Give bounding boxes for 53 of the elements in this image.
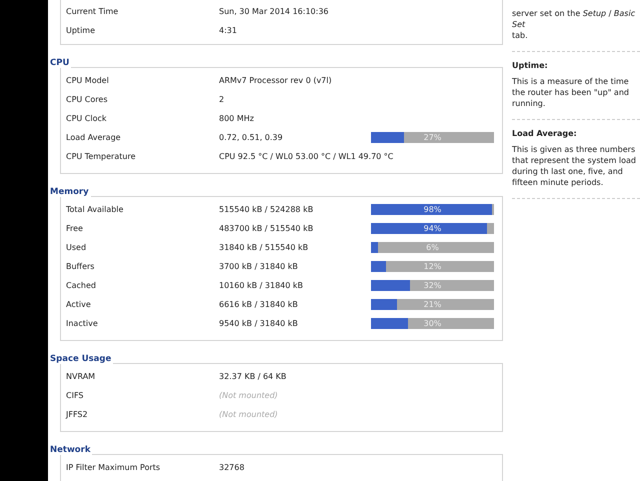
value-text: 515540 kB / 524288 kB bbox=[219, 205, 314, 214]
help-title: Uptime: bbox=[512, 61, 549, 70]
section-legend: Network bbox=[50, 445, 92, 455]
field-label: Load Average bbox=[66, 133, 122, 142]
field-label: JFFS2 bbox=[66, 410, 89, 419]
section-legend: Space Usage bbox=[50, 354, 114, 364]
field-label: Total Available bbox=[66, 205, 124, 214]
field-label: Used bbox=[66, 243, 88, 252]
percent-text: 21% bbox=[422, 299, 442, 310]
help-text: This is a measure of the time the router has been "up" and running. bbox=[512, 76, 630, 109]
field-label: CIFS bbox=[66, 391, 84, 400]
value-text: ARMv7 Processor rev 0 (v7l) bbox=[219, 76, 333, 85]
field-label: CPU Cores bbox=[66, 95, 108, 104]
field-label: Active bbox=[66, 300, 92, 309]
value-text: (Not mounted) bbox=[219, 410, 279, 419]
value-text: 3700 kB / 31840 kB bbox=[219, 262, 299, 271]
percent-text: 12% bbox=[422, 261, 442, 272]
percent-text: 6% bbox=[425, 242, 440, 253]
field-label: IP Filter Maximum Ports bbox=[66, 463, 162, 472]
percent-text: 27% bbox=[422, 132, 442, 143]
value-text: (Not mounted) bbox=[219, 391, 279, 400]
field-label: Buffers bbox=[66, 262, 96, 271]
value-text: 9540 kB / 31840 kB bbox=[219, 319, 299, 328]
percent-text: 30% bbox=[422, 318, 442, 329]
percent-text: 32% bbox=[422, 280, 442, 291]
field-label: Uptime bbox=[66, 26, 96, 35]
percent-text: 94% bbox=[422, 223, 442, 234]
value-text: 32.37 KB / 64 KB bbox=[219, 372, 288, 381]
field-label: CPU Model bbox=[66, 76, 110, 85]
help-text: server set on the Setup / Basic Set tab. bbox=[512, 8, 636, 41]
field-label: Inactive bbox=[66, 319, 99, 328]
value-text: 32768 bbox=[219, 463, 246, 472]
percent-text: 98% bbox=[422, 204, 442, 215]
field-label: Free bbox=[66, 224, 84, 233]
value-text: CPU 92.5 °C / WL0 53.00 °C / WL1 49.70 °C bbox=[219, 152, 394, 161]
value-text: 6616 kB / 31840 kB bbox=[219, 300, 299, 309]
help-title: Load Average: bbox=[512, 129, 578, 138]
field-label: CPU Temperature bbox=[66, 152, 136, 161]
value-text: 10160 kB / 31840 kB bbox=[219, 281, 304, 290]
field-label: NVRAM bbox=[66, 372, 96, 381]
value-text: 483700 kB / 515540 kB bbox=[219, 224, 314, 233]
help-text: This is given as three numbers that represent the system load during th last one, five, and fifteen minute periods. bbox=[512, 144, 638, 188]
value-text: 2 bbox=[219, 95, 226, 104]
value-text: 0.72, 0.51, 0.39 bbox=[219, 133, 284, 142]
value-text: 31840 kB / 515540 kB bbox=[219, 243, 310, 252]
field-label: Cached bbox=[66, 281, 97, 290]
field-label: CPU Clock bbox=[66, 114, 108, 123]
value-text: 4:31 bbox=[219, 26, 238, 35]
field-label: Current Time bbox=[66, 7, 120, 16]
value-text: Sun, 30 Mar 2014 16:10:36 bbox=[219, 7, 330, 16]
section-legend: Memory bbox=[50, 187, 91, 197]
value-text: 800 MHz bbox=[219, 114, 255, 123]
section-legend: CPU bbox=[50, 58, 72, 68]
